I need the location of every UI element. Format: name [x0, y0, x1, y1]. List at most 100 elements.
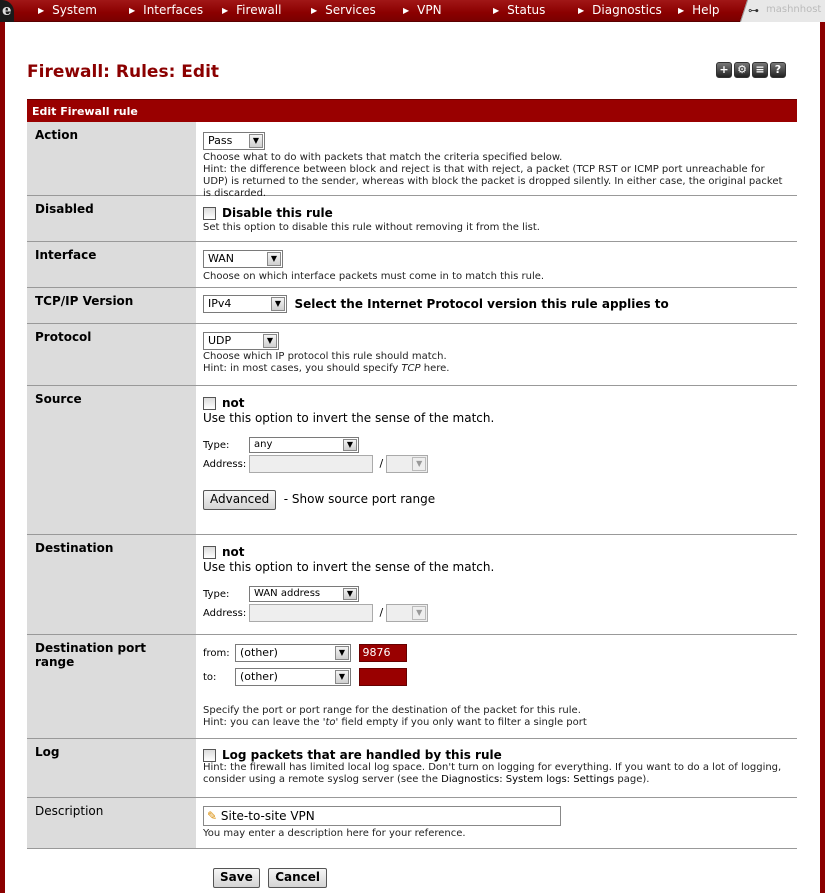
nav-item-label: Status [507, 3, 546, 17]
port-to-select[interactable]: (other) ▼ [235, 668, 351, 686]
disable-rule-checkbox[interactable] [203, 206, 216, 220]
protocol-select[interactable]: UDP ▼ [203, 332, 279, 350]
source-type-select[interactable]: any ▼ [249, 437, 359, 453]
nav-item-label: Diagnostics [592, 3, 662, 17]
destination-address-input[interactable] [249, 604, 373, 622]
row-log: Log Log packets that are handled by this… [27, 739, 797, 798]
nav-item-label: Firewall [236, 3, 282, 17]
advanced-button[interactable]: Advanced [203, 490, 277, 510]
syslog-settings-link[interactable]: Diagnostics: System logs: Settings [441, 774, 614, 785]
description-help: You may enter a description here for you… [203, 828, 466, 839]
logo: e [0, 0, 14, 22]
action-select[interactable]: Pass ▼ [203, 132, 265, 150]
network-icon: ⊶ [748, 4, 759, 17]
source-not-help: Use this option to invert the sense of t… [203, 411, 495, 425]
chevron-right-icon: ▶ [493, 6, 500, 15]
disabled-help: Set this option to disable this rule wit… [203, 222, 540, 233]
protocol-help-1: Choose which IP protocol this rule shoul… [203, 351, 447, 362]
dest-port-help-2-tail: field empty if you only want to filter a… [338, 717, 587, 728]
action-label: Action [27, 122, 197, 195]
nav-item-vpn[interactable]: ▶ VPN [403, 0, 442, 22]
add-icon[interactable]: + [716, 62, 732, 78]
chevron-right-icon: ▶ [38, 6, 45, 15]
save-button[interactable]: Save [213, 868, 260, 888]
port-to-select-value: (other) [240, 670, 278, 683]
form-header: Edit Firewall rule [27, 99, 797, 122]
port-from-select[interactable]: (other) ▼ [235, 644, 351, 662]
source-mask-slash: / [379, 457, 384, 470]
nav-item-diagnostics[interactable]: ▶ Diagnostics [578, 0, 662, 22]
row-interface: Interface WAN ▼ Choose on which interfac… [27, 242, 797, 288]
nav-item-services[interactable]: ▶ Services [311, 0, 376, 22]
source-label: Source [27, 386, 197, 534]
nav-item-firewall[interactable]: ▶ Firewall [222, 0, 281, 22]
log-icon[interactable]: ≡ [752, 62, 768, 78]
destination-mask-slash: / [379, 606, 384, 619]
ipversion-select[interactable]: IPv4 ▼ [203, 295, 287, 313]
nav-item-label: VPN [417, 3, 442, 17]
edit-rule-form: Edit Firewall rule Action Pass ▼ Choose … [27, 99, 797, 849]
port-to-label: to: [203, 671, 217, 683]
protocol-help-2-tail: here. [420, 363, 450, 374]
chevron-right-icon: ▶ [403, 6, 410, 15]
interface-help: Choose on which interface packets must c… [203, 271, 545, 282]
protocol-select-value: UDP [208, 334, 232, 347]
nav-item-help[interactable]: ▶ Help [678, 0, 720, 22]
nav-item-label: System [52, 3, 97, 17]
protocol-help-2-em: TCP [401, 363, 421, 374]
log-label: Log [27, 739, 197, 797]
source-address-input[interactable] [249, 455, 373, 473]
log-checkbox[interactable] [203, 748, 216, 762]
nav-item-label: Help [692, 3, 720, 17]
destination-type-select[interactable]: WAN address ▼ [249, 586, 359, 602]
chevron-down-icon: ▼ [343, 588, 357, 600]
row-action: Action Pass ▼ Choose what to do with pac… [27, 122, 797, 199]
destination-not-checkbox[interactable] [203, 545, 216, 559]
chevron-down-icon: ▼ [263, 334, 277, 348]
protocol-help-2-text: Hint: in most cases, you should specify [203, 363, 402, 374]
destination-label: Destination [27, 535, 197, 634]
protocol-label: Protocol [27, 324, 197, 385]
title-icon-group: + ⚙ ≡? [716, 62, 788, 80]
chevron-down-icon: ▼ [335, 670, 349, 684]
description-input[interactable]: ✎ Site-to-site VPN [203, 806, 561, 826]
help-icon[interactable]: ? [770, 62, 786, 78]
row-protocol: Protocol UDP ▼ Choose which IP protocol … [27, 324, 797, 386]
frame-left-border [0, 22, 5, 893]
row-disabled: Disabled Disable this rule Set this opti… [27, 196, 797, 242]
source-address-label: Address: [203, 458, 247, 470]
interface-select[interactable]: WAN ▼ [203, 250, 283, 268]
nav-item-system[interactable]: ▶ System [38, 0, 97, 22]
row-source: Source not Use this option to invert the… [27, 386, 797, 535]
disable-rule-checkbox-label: Disable this rule [222, 206, 333, 220]
chevron-down-icon: ▼ [412, 606, 427, 620]
row-description: Description ✎ Site-to-site VPN You may e… [27, 798, 797, 849]
action-help-2: Hint: the difference between block and r… [203, 164, 783, 199]
description-label: Description [27, 798, 197, 848]
row-destination: Destination not Use this option to inver… [27, 535, 797, 635]
port-from-input[interactable]: 9876 [358, 644, 407, 662]
description-input-value: Site-to-site VPN [220, 809, 315, 823]
chevron-down-icon: ▼ [335, 646, 349, 660]
dest-port-help-2-text: Hint: you can leave the [203, 717, 323, 728]
source-not-checkbox[interactable] [203, 396, 216, 410]
settings-icon[interactable]: ⚙ [734, 62, 750, 78]
interface-label: Interface [27, 242, 197, 287]
host-label: mashnhost [766, 4, 822, 15]
source-not-label: not [222, 396, 245, 410]
advanced-help: - Show source port range [283, 492, 436, 506]
chevron-right-icon: ▶ [678, 6, 685, 15]
port-to-input[interactable] [358, 668, 407, 686]
cancel-button[interactable]: Cancel [268, 868, 328, 888]
row-ipversion: TCP/IP Version IPv4 ▼ Select the Interne… [27, 288, 797, 324]
nav-item-interfaces[interactable]: ▶ Interfaces [129, 0, 203, 22]
source-mask-select[interactable]: ▼ [386, 455, 429, 473]
interface-select-value: WAN [208, 252, 235, 265]
log-help-tail: page). [614, 774, 650, 785]
nav-item-status[interactable]: ▶ Status [493, 0, 545, 22]
destination-mask-select[interactable]: ▼ [386, 604, 429, 622]
destination-not-label: not [222, 545, 245, 559]
chevron-right-icon: ▶ [129, 6, 136, 15]
frame-right-border [820, 22, 825, 893]
ipversion-help: Select the Internet Protocol version thi… [294, 296, 669, 311]
